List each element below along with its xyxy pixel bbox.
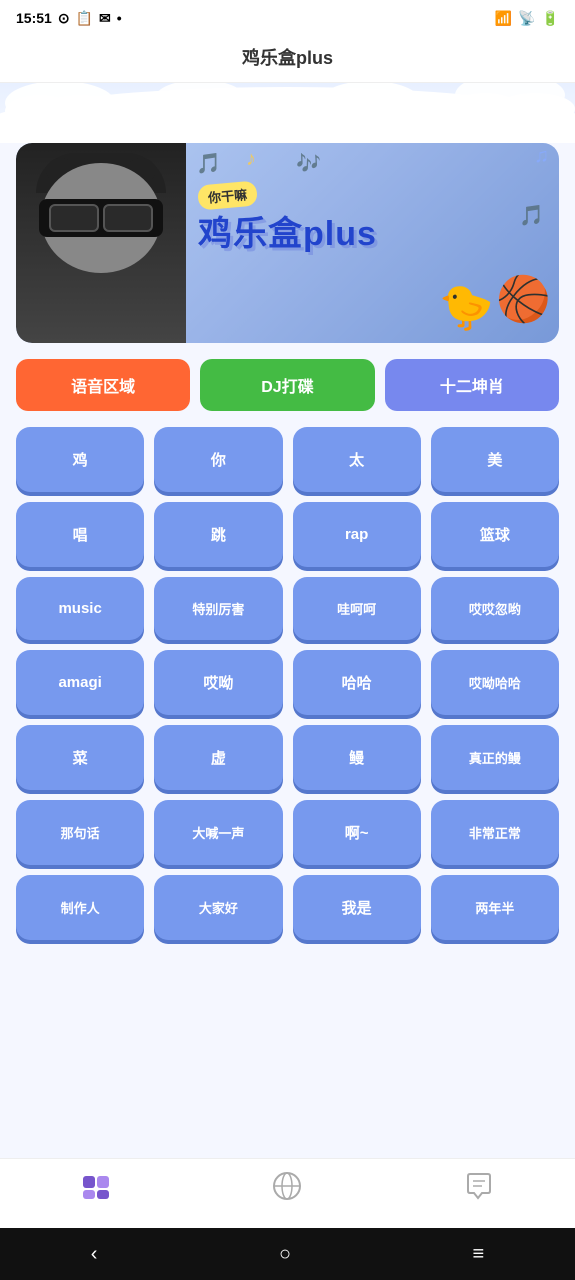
battery-icon: 🔋: [542, 10, 559, 27]
clouds-svg: [0, 83, 575, 143]
sound-btn-music[interactable]: music: [16, 577, 144, 640]
header-title: 鸡乐盒plus: [242, 48, 333, 68]
sound-btn-xu[interactable]: 虚: [154, 725, 282, 790]
sound-btn-amagi[interactable]: amagi: [16, 650, 144, 715]
message-tab-icon: [464, 1171, 494, 1208]
nav-bar: ‹ ○ ≡: [0, 1228, 575, 1280]
home-tab-icon: [81, 1172, 111, 1207]
banner-sticker: 你干嘛: [197, 180, 258, 210]
banner-title: 鸡乐盒plus: [198, 216, 547, 253]
sound-btn-rap[interactable]: rap: [293, 502, 421, 567]
back-button[interactable]: ‹: [67, 1235, 122, 1274]
menu-button[interactable]: ≡: [449, 1235, 509, 1274]
main-content: 🎵 ♪ 🎶 ♫ 🎵 你干嘛 鸡乐盒plus 🐤 🏀 语音区域 DJ打碟 十二坤肖…: [0, 143, 575, 1158]
sound-btn-dajia[interactable]: 大家好: [154, 875, 282, 940]
sound-btn-aiaizhou[interactable]: 哎哎忽哟: [431, 577, 559, 640]
message-icon-svg: [464, 1171, 494, 1201]
music-note-5: 🎵: [519, 203, 544, 228]
sound-btn-wa[interactable]: 哇呵呵: [293, 577, 421, 640]
sound-btn-aiyohaha[interactable]: 哎呦哈哈: [431, 650, 559, 715]
explore-tab-icon: [272, 1171, 302, 1208]
sound-btn-a[interactable]: 啊~: [293, 800, 421, 865]
voice-category-button[interactable]: 语音区域: [16, 359, 190, 411]
sound-btn-haha[interactable]: 哈哈: [293, 650, 421, 715]
sound-btn-mei[interactable]: 美: [431, 427, 559, 492]
status-icon-2: 📋: [76, 10, 93, 27]
sound-btn-man[interactable]: 鳗: [293, 725, 421, 790]
sound-grid: 鸡 你 太 美 唱 跳 rap 篮球 music 特别厉害 哇呵呵 哎哎忽哟 a…: [16, 427, 559, 940]
sound-btn-dahan[interactable]: 大喊一声: [154, 800, 282, 865]
tab-home[interactable]: [61, 1164, 131, 1215]
dj-category-button[interactable]: DJ打碟: [200, 359, 374, 411]
sunglasses: [39, 199, 163, 237]
app-header: 鸡乐盒plus: [0, 36, 575, 83]
banner-left: [16, 143, 186, 343]
status-right: 📶 📡 🔋: [495, 10, 559, 27]
chick-character: 🐤: [439, 281, 494, 333]
cloud-decoration: [0, 83, 575, 143]
sound-btn-naiju[interactable]: 那句话: [16, 800, 144, 865]
sound-btn-woshi[interactable]: 我是: [293, 875, 421, 940]
music-note-1: 🎵: [196, 151, 221, 176]
explore-icon-svg: [272, 1171, 302, 1201]
sound-btn-tai[interactable]: 太: [293, 427, 421, 492]
home-button[interactable]: ○: [255, 1235, 315, 1274]
status-icon-1: ⊙: [58, 10, 70, 27]
sound-btn-tiao[interactable]: 跳: [154, 502, 282, 567]
signal-icon: 📡: [518, 10, 535, 27]
sound-btn-zhengman[interactable]: 真正的鳗: [431, 725, 559, 790]
tab-message[interactable]: [444, 1163, 514, 1216]
sound-btn-cai[interactable]: 菜: [16, 725, 144, 790]
basketball: 🏀: [496, 273, 551, 325]
category-buttons: 语音区域 DJ打碟 十二坤肖: [16, 359, 559, 411]
sound-btn-tebie[interactable]: 特别厉害: [154, 577, 282, 640]
sound-btn-zhizuoren[interactable]: 制作人: [16, 875, 144, 940]
wifi-icon: 📶: [495, 10, 512, 27]
sound-btn-aiyo[interactable]: 哎呦: [154, 650, 282, 715]
sound-btn-feichang[interactable]: 非常正常: [431, 800, 559, 865]
music-note-2: ♪: [246, 148, 256, 171]
sound-btn-ji[interactable]: 鸡: [16, 427, 144, 492]
status-dot: •: [117, 10, 122, 26]
status-bar: 15:51 ⊙ 📋 ✉ • 📶 📡 🔋: [0, 0, 575, 36]
music-note-4: ♫: [534, 145, 549, 168]
panda-character: [31, 153, 171, 333]
banner-right: 🎵 ♪ 🎶 ♫ 🎵 你干嘛 鸡乐盒plus 🐤 🏀: [186, 143, 559, 343]
banner-content: 你干嘛 鸡乐盒plus: [198, 173, 547, 253]
status-icon-3: ✉: [99, 10, 111, 27]
sound-btn-chang[interactable]: 唱: [16, 502, 144, 567]
sound-btn-lanqiu[interactable]: 篮球: [431, 502, 559, 567]
banner: 🎵 ♪ 🎶 ♫ 🎵 你干嘛 鸡乐盒plus 🐤 🏀: [16, 143, 559, 343]
status-time: 15:51: [16, 10, 52, 26]
tab-bar: [0, 1158, 575, 1228]
sg-lens-right: [103, 204, 153, 232]
sound-btn-ni[interactable]: 你: [154, 427, 282, 492]
sg-lens-left: [49, 204, 99, 232]
sound-btn-liangnianbao[interactable]: 两年半: [431, 875, 559, 940]
zodiac-category-button[interactable]: 十二坤肖: [385, 359, 559, 411]
tab-explore[interactable]: [252, 1163, 322, 1216]
music-note-3: 🎶: [296, 151, 321, 176]
home-icon-svg: [81, 1172, 111, 1200]
status-left: 15:51 ⊙ 📋 ✉ •: [16, 10, 122, 27]
